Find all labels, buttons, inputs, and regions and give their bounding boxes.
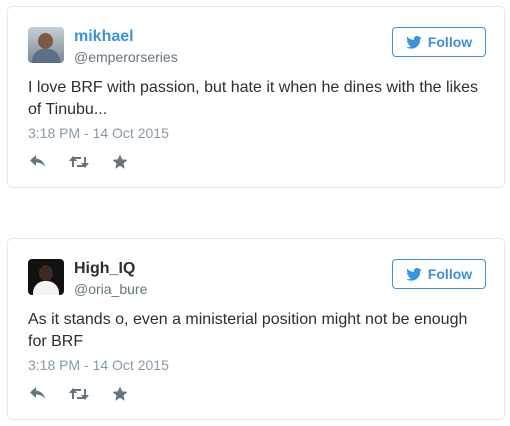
reply-icon[interactable]	[28, 152, 48, 172]
tweet-card: High_IQ @oria_bure Follow As it stands o…	[7, 238, 505, 420]
avatar[interactable]	[28, 259, 64, 295]
twitter-bird-icon	[406, 267, 422, 281]
reply-icon[interactable]	[28, 384, 48, 404]
author-handle[interactable]: @emperorseries	[74, 48, 178, 66]
retweet-icon[interactable]	[69, 384, 89, 404]
follow-button[interactable]: Follow	[392, 259, 486, 289]
author-name[interactable]: High_IQ	[74, 259, 135, 279]
tweet-text: As it stands o, even a ministerial posit…	[28, 311, 468, 350]
retweet-icon[interactable]	[69, 152, 89, 172]
tweet-timestamp[interactable]: 3:18 PM - 14 Oct 2015	[28, 356, 169, 374]
tweet-actions	[28, 384, 151, 404]
twitter-bird-icon	[406, 35, 422, 49]
favorite-icon[interactable]	[110, 384, 130, 404]
follow-button[interactable]: Follow	[392, 27, 486, 57]
tweet-actions	[28, 152, 151, 172]
follow-label: Follow	[427, 266, 473, 282]
author-handle[interactable]: @oria_bure	[74, 280, 147, 298]
follow-label: Follow	[427, 34, 473, 50]
tweet-card: mikhael @emperorseries Follow I love BRF…	[7, 6, 505, 188]
avatar[interactable]	[28, 27, 64, 63]
tweet-timestamp[interactable]: 3:18 PM - 14 Oct 2015	[28, 124, 169, 142]
author-name[interactable]: mikhael	[74, 27, 134, 47]
tweet-text: I love BRF with passion, but hate it whe…	[28, 79, 479, 118]
favorite-icon[interactable]	[110, 152, 130, 172]
